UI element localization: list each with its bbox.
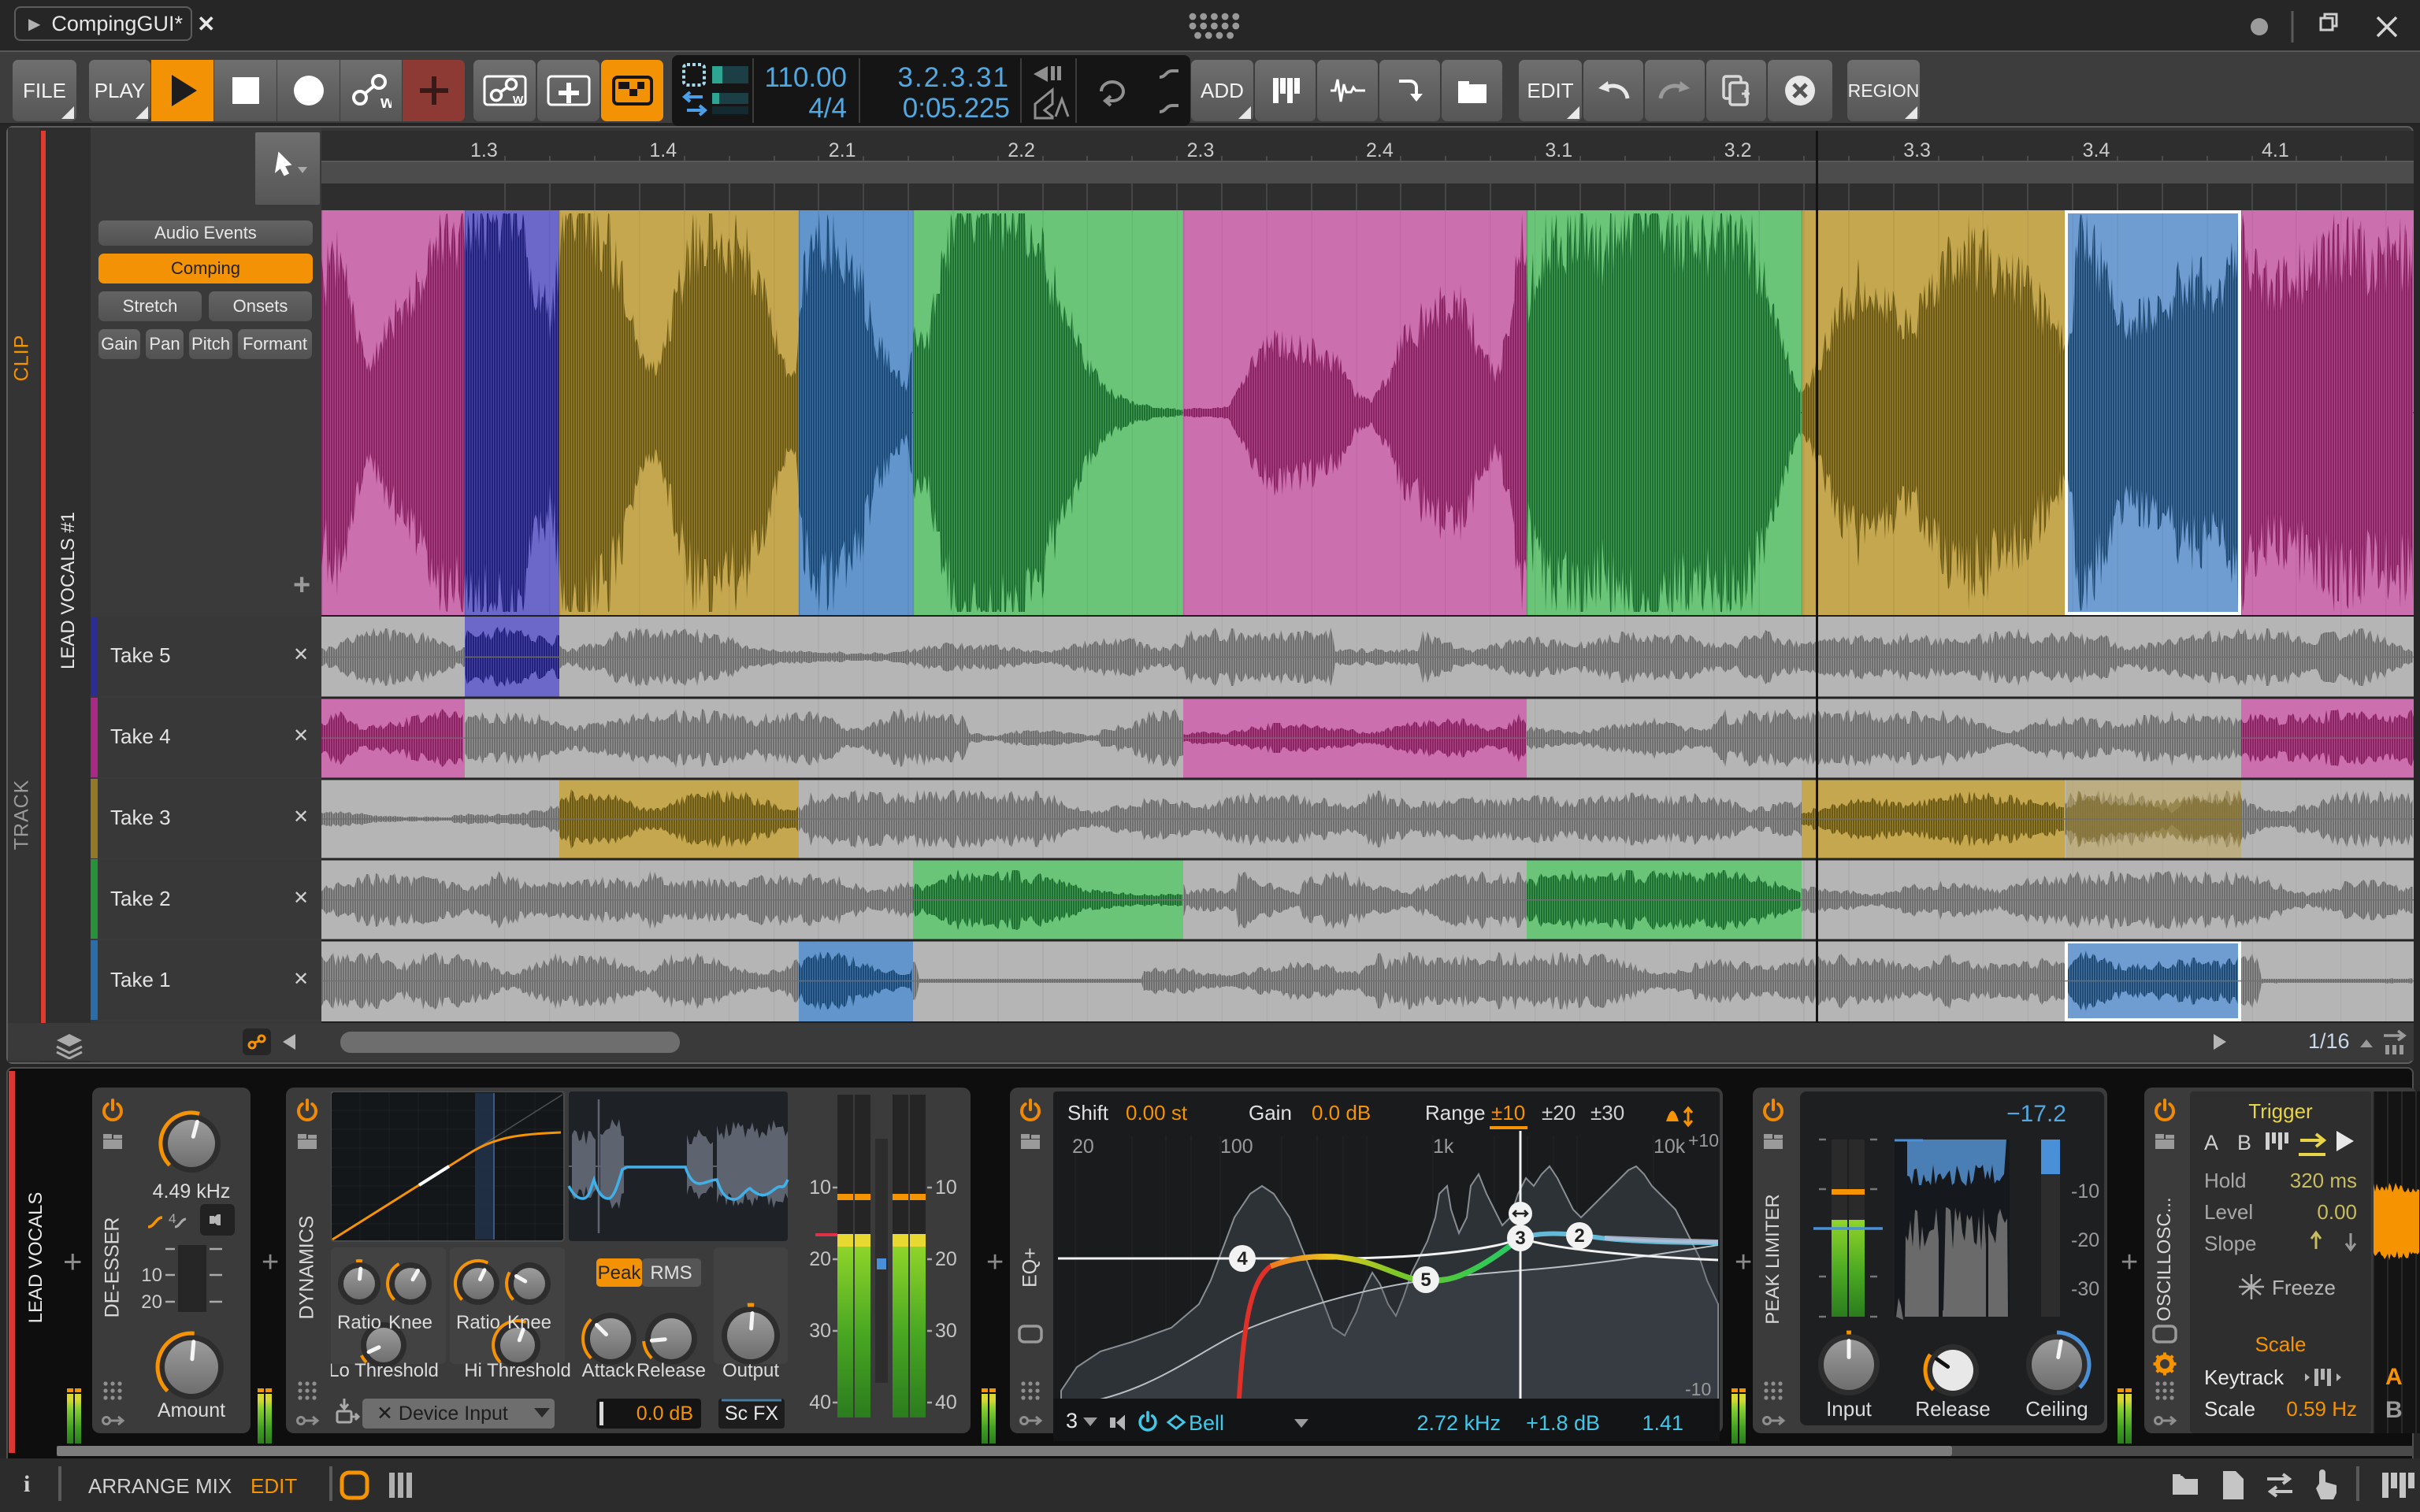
svg-text:20: 20 xyxy=(141,1292,162,1313)
svg-text:2.3: 2.3 xyxy=(1187,139,1215,161)
svg-text:Release: Release xyxy=(1915,1397,1990,1421)
svg-text:Sc FX: Sc FX xyxy=(725,1403,778,1425)
svg-text:10: 10 xyxy=(935,1177,957,1199)
svg-text:Hi Threshold: Hi Threshold xyxy=(464,1360,571,1381)
svg-text:4: 4 xyxy=(1237,1248,1248,1269)
svg-text:0.00 st: 0.00 st xyxy=(1126,1101,1188,1125)
svg-text:A: A xyxy=(2204,1131,2218,1154)
svg-text:0.00: 0.00 xyxy=(2317,1200,2357,1224)
svg-text:±10: ±10 xyxy=(1491,1101,1525,1125)
svg-text:1.41: 1.41 xyxy=(1642,1411,1683,1435)
svg-text:-20: -20 xyxy=(2071,1229,2099,1251)
svg-text:Amount: Amount xyxy=(158,1399,225,1421)
svg-text:30: 30 xyxy=(809,1320,831,1342)
svg-text:0.59 Hz: 0.59 Hz xyxy=(2286,1397,2357,1421)
svg-text:Shift: Shift xyxy=(1067,1101,1109,1125)
svg-text:0.0 dB: 0.0 dB xyxy=(637,1403,693,1425)
svg-text:w: w xyxy=(380,92,392,109)
svg-text:2: 2 xyxy=(1574,1225,1584,1247)
svg-text:Bell: Bell xyxy=(1189,1411,1224,1435)
svg-text:1k: 1k xyxy=(1433,1136,1454,1158)
svg-text:100: 100 xyxy=(1220,1136,1253,1158)
svg-text:2.1: 2.1 xyxy=(829,139,856,161)
svg-text:3.1: 3.1 xyxy=(1545,139,1572,161)
svg-text:Input: Input xyxy=(1826,1397,1873,1421)
svg-text:Level: Level xyxy=(2204,1200,2253,1224)
svg-text:Scale: Scale xyxy=(2204,1397,2255,1421)
svg-text:Keytrack: Keytrack xyxy=(2204,1366,2285,1389)
svg-text:Knee: Knee xyxy=(388,1312,432,1333)
svg-text:40: 40 xyxy=(809,1392,831,1414)
svg-text:Ceiling: Ceiling xyxy=(2025,1397,2088,1421)
svg-text:Ratio: Ratio xyxy=(456,1312,500,1333)
svg-text:-10: -10 xyxy=(2071,1180,2099,1203)
svg-text:1.3: 1.3 xyxy=(470,139,498,161)
svg-text:Peak: Peak xyxy=(598,1262,642,1284)
svg-text:+1.8 dB: +1.8 dB xyxy=(1526,1411,1600,1435)
svg-text:0.0 dB: 0.0 dB xyxy=(1312,1101,1371,1125)
svg-text:3.4: 3.4 xyxy=(2083,139,2110,161)
svg-text:Attack: Attack xyxy=(582,1360,636,1381)
svg-text:✕ Device Input: ✕ Device Input xyxy=(377,1403,508,1425)
svg-text:Knee: Knee xyxy=(507,1312,551,1333)
svg-text:2.2: 2.2 xyxy=(1008,139,1035,161)
svg-text:Output: Output xyxy=(722,1360,779,1381)
svg-text:3.3: 3.3 xyxy=(1903,139,1931,161)
svg-text:4: 4 xyxy=(169,1211,176,1226)
svg-text:RMS: RMS xyxy=(650,1262,692,1284)
svg-text:1.4: 1.4 xyxy=(649,139,677,161)
svg-text:Release: Release xyxy=(637,1360,706,1381)
svg-text:w: w xyxy=(512,91,524,106)
svg-text:3.2: 3.2 xyxy=(1724,139,1752,161)
svg-text:30: 30 xyxy=(935,1320,957,1342)
svg-text:5: 5 xyxy=(1420,1269,1431,1291)
svg-text:Trigger: Trigger xyxy=(2248,1099,2313,1123)
svg-text:10: 10 xyxy=(809,1177,831,1199)
svg-text:20: 20 xyxy=(935,1248,957,1270)
svg-text:40: 40 xyxy=(935,1392,957,1414)
svg-text:±30: ±30 xyxy=(1590,1101,1624,1125)
svg-text:−17.2: −17.2 xyxy=(2006,1101,2066,1127)
svg-text:B: B xyxy=(2385,1397,2403,1423)
svg-text:Slope: Slope xyxy=(2204,1232,2257,1255)
svg-text:3: 3 xyxy=(1066,1409,1078,1432)
svg-text:4.1: 4.1 xyxy=(2262,139,2289,161)
svg-text:Freeze: Freeze xyxy=(2272,1276,2336,1299)
svg-text:±20: ±20 xyxy=(1542,1101,1576,1125)
svg-text:Range: Range xyxy=(1425,1101,1486,1125)
svg-text:Lo Threshold: Lo Threshold xyxy=(331,1360,439,1381)
svg-text:4.49 kHz: 4.49 kHz xyxy=(153,1180,231,1203)
svg-text:10: 10 xyxy=(141,1265,162,1286)
svg-text:Gain: Gain xyxy=(1249,1101,1292,1125)
svg-text:Ratio: Ratio xyxy=(337,1312,381,1333)
svg-text:-30: -30 xyxy=(2071,1278,2099,1300)
svg-text:320 ms: 320 ms xyxy=(2290,1169,2357,1192)
svg-text:2.72 kHz: 2.72 kHz xyxy=(1416,1411,1501,1435)
svg-text:+10: +10 xyxy=(1688,1130,1719,1151)
svg-text:-10: -10 xyxy=(1685,1379,1711,1399)
svg-text:Hold: Hold xyxy=(2204,1169,2246,1192)
svg-text:20: 20 xyxy=(809,1248,831,1270)
svg-text:Scale: Scale xyxy=(2255,1332,2306,1356)
svg-text:10k: 10k xyxy=(1654,1136,1686,1158)
svg-text:3: 3 xyxy=(1515,1228,1525,1249)
svg-text:2.4: 2.4 xyxy=(1366,139,1394,161)
svg-text:B: B xyxy=(2237,1131,2251,1154)
svg-text:A: A xyxy=(2385,1364,2403,1390)
